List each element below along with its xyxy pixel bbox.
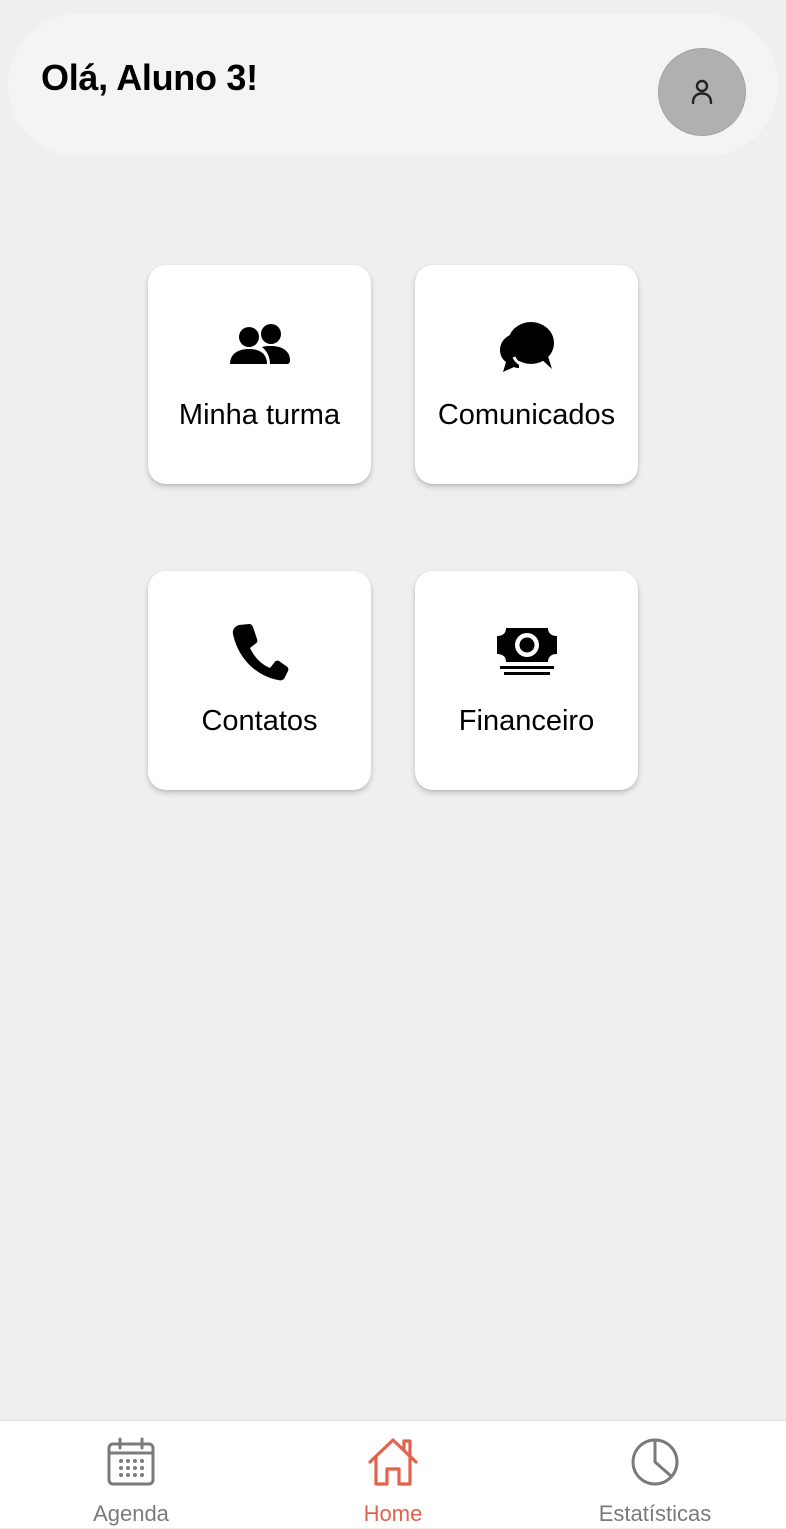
calendar-icon xyxy=(107,1437,155,1486)
users-icon xyxy=(229,324,290,364)
avatar-button[interactable] xyxy=(658,48,746,136)
nav-item-estatisticas[interactable]: Estatísticas xyxy=(524,1421,786,1529)
phone-icon xyxy=(232,624,288,681)
nav-item-agenda[interactable]: Agenda xyxy=(0,1421,262,1529)
money-bill-icon xyxy=(496,628,557,675)
minha-turma-label: Minha turma xyxy=(178,399,341,431)
greeting-title: Olá, Aluno 3! xyxy=(41,57,258,98)
nav-label-estatisticas: Estatísticas xyxy=(598,1501,712,1526)
nav-item-home[interactable]: Home xyxy=(262,1421,524,1529)
minha-turma-card[interactable]: Minha turma xyxy=(148,265,371,484)
contatos-card[interactable]: Contatos xyxy=(148,571,371,790)
nav-label-agenda: Agenda xyxy=(93,1501,169,1526)
bottom-navigation: Agenda Home Estatísticas xyxy=(0,1420,786,1528)
comunicados-card[interactable]: Comunicados xyxy=(415,265,638,484)
financeiro-label: Financeiro xyxy=(458,705,595,737)
nav-label-home: Home xyxy=(363,1501,423,1526)
pie-chart-icon xyxy=(631,1438,679,1486)
home-icon xyxy=(368,1438,418,1486)
financeiro-card[interactable]: Financeiro xyxy=(415,571,638,790)
user-icon xyxy=(691,79,713,105)
comments-icon xyxy=(499,322,554,372)
comunicados-label: Comunicados xyxy=(437,399,616,431)
contatos-label: Contatos xyxy=(201,705,318,737)
header: Olá, Aluno 3! xyxy=(8,14,778,156)
